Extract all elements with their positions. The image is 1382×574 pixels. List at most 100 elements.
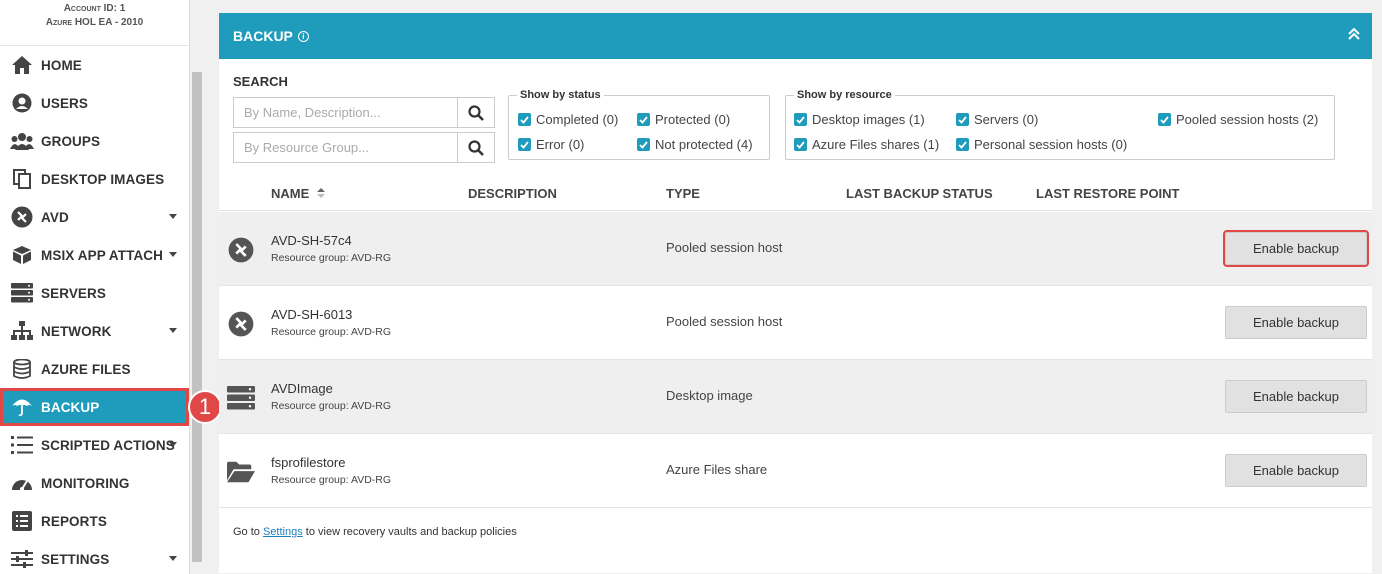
enable-backup-button[interactable]: Enable backup bbox=[1225, 380, 1367, 413]
avd-icon bbox=[227, 236, 255, 264]
protected-label: Protected (0) bbox=[655, 112, 731, 127]
sidebar-item-label: AVD bbox=[41, 209, 69, 225]
account-info: Account ID: 1 Azure HOL EA - 2010 bbox=[0, 0, 189, 46]
sidebar-item-desktop-images[interactable]: DESKTOP IMAGES bbox=[0, 160, 189, 198]
search-icon[interactable] bbox=[457, 98, 494, 127]
sidebar-item-monitoring[interactable]: MONITORING bbox=[0, 464, 189, 502]
chevron-down-icon[interactable] bbox=[169, 252, 177, 257]
sidebar-item-label: BACKUP bbox=[41, 399, 100, 415]
name-search-box bbox=[233, 97, 495, 128]
sort-icon bbox=[316, 188, 325, 198]
row-name[interactable]: AVDImage bbox=[271, 381, 333, 396]
resource-group-search-input[interactable] bbox=[234, 133, 457, 162]
check-icon bbox=[637, 138, 650, 151]
server-icon bbox=[10, 282, 34, 304]
sidebar-nav: HOME USERS GROUPS DESKTOP IMAGES AVD MSI… bbox=[0, 46, 189, 574]
backup-panel: BACKUP i SEARCH Show by status Completed… bbox=[219, 13, 1372, 573]
group-icon bbox=[10, 130, 34, 152]
column-name[interactable]: NAME bbox=[271, 186, 325, 201]
sidebar-item-users[interactable]: USERS bbox=[0, 84, 189, 122]
scrollbar-thumb[interactable] bbox=[192, 72, 202, 562]
sidebar-item-backup[interactable]: BACKUP bbox=[0, 388, 189, 426]
column-last-restore-point: LAST RESTORE POINT bbox=[1036, 186, 1180, 201]
sidebar-item-label: AZURE FILES bbox=[41, 361, 131, 377]
enable-backup-button[interactable]: Enable backup bbox=[1225, 306, 1367, 339]
settings-link[interactable]: Settings bbox=[263, 526, 303, 538]
sidebar-item-scripted-actions[interactable]: SCRIPTED ACTIONS bbox=[0, 426, 189, 464]
protected-checkbox[interactable]: Protected (0) bbox=[637, 112, 730, 127]
collapse-icon[interactable] bbox=[1348, 27, 1360, 44]
check-icon bbox=[956, 113, 969, 126]
chevron-down-icon[interactable] bbox=[169, 442, 177, 447]
name-search-input[interactable] bbox=[234, 98, 457, 127]
check-icon bbox=[518, 113, 531, 126]
gauge-icon bbox=[10, 472, 34, 494]
row-resource-group: Resource group: AVD-RG bbox=[271, 474, 392, 486]
search-label: SEARCH bbox=[233, 74, 288, 89]
sidebar-scrollbar[interactable] bbox=[190, 0, 204, 574]
status-filter-legend: Show by status bbox=[520, 89, 601, 101]
avd-icon bbox=[227, 310, 255, 338]
servers-checkbox[interactable]: Servers (0) bbox=[956, 112, 1038, 127]
personal-session-hosts-checkbox[interactable]: Personal session hosts (0) bbox=[956, 137, 1127, 152]
row-type: Pooled session host bbox=[666, 314, 783, 329]
info-icon[interactable]: i bbox=[297, 30, 309, 42]
row-type: Desktop image bbox=[666, 388, 753, 403]
step-badge-1: 1 bbox=[188, 390, 222, 424]
row-resource-group: Resource group: AVD-RG bbox=[271, 400, 392, 412]
user-icon bbox=[10, 92, 34, 114]
copy-icon bbox=[10, 168, 34, 190]
error-checkbox[interactable]: Error (0) bbox=[518, 137, 584, 152]
resource-filter-legend: Show by resource bbox=[797, 89, 892, 101]
sidebar-item-azure-files[interactable]: AZURE FILES bbox=[0, 350, 189, 388]
network-icon bbox=[10, 320, 34, 342]
chevron-down-icon[interactable] bbox=[169, 214, 177, 219]
footer-prefix: Go to bbox=[233, 526, 263, 538]
sidebar-item-msix-app-attach[interactable]: MSIX APP ATTACH bbox=[0, 236, 189, 274]
column-name-label: NAME bbox=[271, 186, 310, 201]
row-type: Azure Files share bbox=[666, 462, 768, 477]
page-title: BACKUP bbox=[233, 28, 293, 44]
column-last-backup-status: LAST BACKUP STATUS bbox=[846, 186, 993, 201]
resource-group-search-box bbox=[233, 132, 495, 163]
row-resource-group: Resource group: AVD-RG bbox=[271, 326, 392, 338]
search-icon[interactable] bbox=[457, 133, 494, 162]
table-row: AVD-SH-57c4 Resource group: AVD-RG Poole… bbox=[219, 212, 1372, 286]
sidebar-item-home[interactable]: HOME bbox=[0, 46, 189, 84]
sidebar-item-label: GROUPS bbox=[41, 133, 101, 149]
chevron-down-icon[interactable] bbox=[169, 328, 177, 333]
sidebar-item-groups[interactable]: GROUPS bbox=[0, 122, 189, 160]
not-protected-checkbox[interactable]: Not protected (4) bbox=[637, 137, 753, 152]
column-description: DESCRIPTION bbox=[468, 186, 557, 201]
pooled-session-hosts-checkbox[interactable]: Pooled session hosts (2) bbox=[1158, 112, 1318, 127]
table-row: AVD-SH-6013 Resource group: AVD-RG Poole… bbox=[219, 286, 1372, 360]
enable-backup-button[interactable]: Enable backup bbox=[1223, 230, 1369, 267]
completed-checkbox[interactable]: Completed (0) bbox=[518, 112, 618, 127]
sidebar-item-settings[interactable]: SETTINGS bbox=[0, 540, 189, 574]
umbrella-icon bbox=[10, 396, 34, 418]
row-name[interactable]: AVD-SH-6013 bbox=[271, 307, 352, 322]
report-icon bbox=[10, 510, 34, 532]
sidebar: Account ID: 1 Azure HOL EA - 2010 HOME U… bbox=[0, 0, 190, 574]
panel-header: BACKUP i bbox=[219, 13, 1372, 59]
sidebar-item-avd[interactable]: AVD bbox=[0, 198, 189, 236]
row-type: Pooled session host bbox=[666, 240, 783, 255]
azure-files-shares-checkbox[interactable]: Azure Files shares (1) bbox=[794, 137, 939, 152]
sidebar-item-servers[interactable]: SERVERS bbox=[0, 274, 189, 312]
home-icon bbox=[10, 54, 34, 76]
sidebar-item-label: REPORTS bbox=[41, 513, 107, 529]
list-icon bbox=[10, 434, 34, 456]
completed-label: Completed (0) bbox=[536, 112, 619, 127]
row-name[interactable]: AVD-SH-57c4 bbox=[271, 233, 352, 248]
box-icon bbox=[10, 244, 34, 266]
enable-backup-button[interactable]: Enable backup bbox=[1225, 454, 1367, 487]
pooled-session-hosts-label: Pooled session hosts (2) bbox=[1176, 112, 1319, 127]
sliders-icon bbox=[10, 548, 34, 570]
folder-open-icon bbox=[227, 458, 255, 486]
desktop-images-checkbox[interactable]: Desktop images (1) bbox=[794, 112, 925, 127]
table-row: AVDImage Resource group: AVD-RG Desktop … bbox=[219, 360, 1372, 434]
sidebar-item-reports[interactable]: REPORTS bbox=[0, 502, 189, 540]
sidebar-item-network[interactable]: NETWORK bbox=[0, 312, 189, 350]
row-name[interactable]: fsprofilestore bbox=[271, 455, 345, 470]
chevron-down-icon[interactable] bbox=[169, 556, 177, 561]
